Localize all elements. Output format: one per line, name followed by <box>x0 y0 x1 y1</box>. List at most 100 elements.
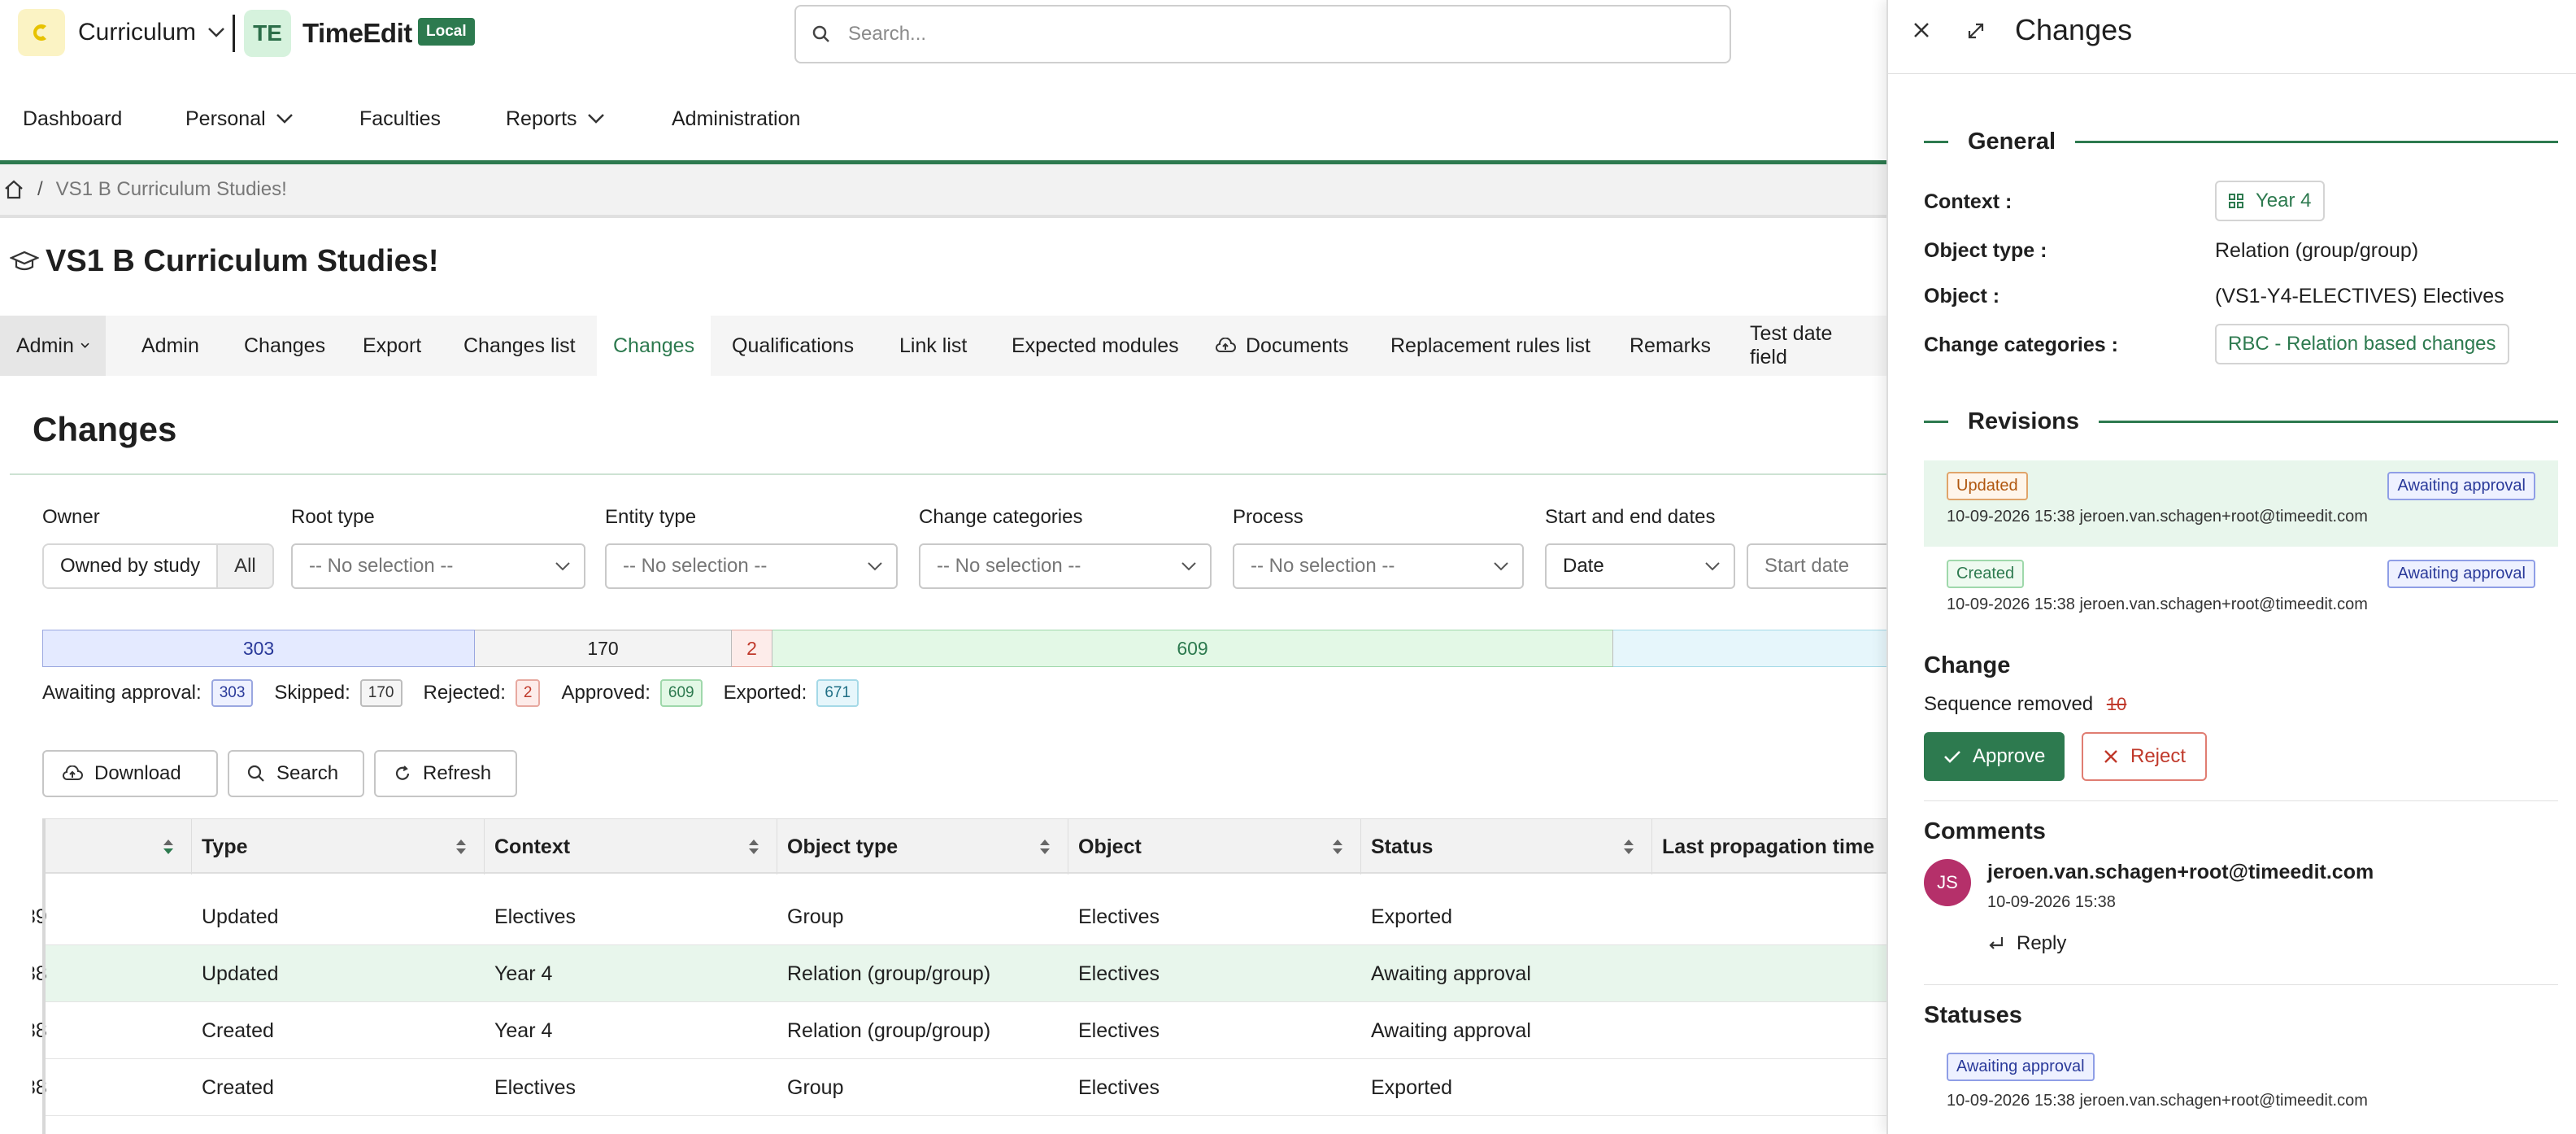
reply-label: Reply <box>2017 932 2067 954</box>
expand-icon[interactable] <box>1966 21 1986 41</box>
env-badge: Local <box>418 18 475 46</box>
chevron-down-icon <box>1181 562 1196 571</box>
date-mode-value: Date <box>1563 555 1604 577</box>
app-name: Curriculum <box>78 19 197 46</box>
top-header: Curriculum TE TimeEdit Local Search... <box>0 0 1886 67</box>
search-button[interactable]: Search <box>228 750 364 797</box>
context-chip[interactable]: Year 4 <box>2215 181 2325 221</box>
tab-qualifications[interactable]: Qualifications <box>716 316 870 376</box>
nav-dashboard[interactable]: Dashboard <box>23 107 122 131</box>
tab-documents[interactable]: Documents <box>1199 316 1364 376</box>
tab-label: Replacement rules list <box>1390 334 1590 357</box>
status-progress-bar: 303 170 2 609 <box>42 630 1886 667</box>
change-heading: Change <box>1924 652 2011 678</box>
progress-awaiting[interactable]: 303 <box>42 630 475 667</box>
reply-button[interactable]: Reply <box>1987 932 2066 955</box>
awaiting-count: 303 <box>211 679 254 707</box>
tab-changes-active[interactable]: Changes <box>597 316 711 376</box>
app-switcher[interactable]: Curriculum <box>18 7 225 59</box>
chevron-down-icon <box>1494 562 1508 571</box>
table-row[interactable]: 38 Created Electives Group Electives Exp… <box>33 1059 1886 1116</box>
approve-button[interactable]: Approve <box>1924 732 2065 781</box>
tab-label: Admin <box>16 334 74 357</box>
column-label: Context <box>494 835 571 858</box>
tab-export[interactable]: Export <box>346 316 437 376</box>
progress-approved[interactable]: 609 <box>772 630 1613 667</box>
revision-item-selected[interactable]: Updated Awaiting approval 10-09-2026 15:… <box>1924 460 2558 547</box>
tab-admin-dropdown[interactable]: Admin <box>0 316 106 376</box>
column-header-type[interactable]: Type <box>192 819 485 874</box>
breadcrumb-current[interactable]: VS1 B Curriculum Studies! <box>56 178 287 201</box>
nav-reports[interactable]: Reports <box>506 107 605 131</box>
tab-label: Documents <box>1246 334 1349 357</box>
comment-date: 10-09-2026 15:38 <box>1987 893 2116 911</box>
change-categories-select[interactable]: -- No selection -- <box>919 543 1212 589</box>
tab-replacement-rules-list[interactable]: Replacement rules list <box>1374 316 1607 376</box>
owner-owned-by-study[interactable]: Owned by study <box>44 545 219 587</box>
cloud-icon <box>1215 338 1236 352</box>
tab-remarks[interactable]: Remarks <box>1613 316 1727 376</box>
progress-skipped[interactable]: 170 <box>475 630 732 667</box>
sort-icon <box>1624 840 1634 854</box>
tab-label: Export <box>363 334 422 357</box>
nav-administration[interactable]: Administration <box>672 107 800 131</box>
progress-rejected[interactable]: 2 <box>732 630 772 667</box>
process-select[interactable]: -- No selection -- <box>1233 543 1524 589</box>
rejected-count: 2 <box>515 679 541 707</box>
close-icon[interactable] <box>1912 21 1930 39</box>
column-header-last-propagation[interactable]: Last propagation time <box>1652 819 1886 874</box>
change-category-chip[interactable]: RBC - Relation based changes <box>2215 324 2509 364</box>
column-header-object[interactable]: Object <box>1068 819 1361 874</box>
refresh-button[interactable]: Refresh <box>374 750 517 797</box>
progress-exported[interactable] <box>1613 630 1886 667</box>
cell-type: Created <box>202 1018 274 1042</box>
tab-changes[interactable]: Changes <box>228 316 342 376</box>
owner-all[interactable]: All <box>218 545 272 587</box>
column-header-id[interactable] <box>42 819 192 874</box>
cell-context: Year 4 <box>494 962 553 985</box>
column-header-context[interactable]: Context <box>485 819 777 874</box>
close-icon <box>2104 750 2117 763</box>
search-input[interactable]: Search... <box>794 5 1731 63</box>
tab-changes-list[interactable]: Changes list <box>447 316 592 376</box>
table-row[interactable]: 38 Created Year 4 Relation (group/group)… <box>33 1002 1886 1059</box>
entity-type-select[interactable]: -- No selection -- <box>605 543 898 589</box>
download-button[interactable]: Download <box>42 750 218 797</box>
header-divider <box>233 15 235 52</box>
heading-rule <box>1924 421 1948 423</box>
chevron-down-icon <box>1705 562 1720 571</box>
start-date-input[interactable]: Start date <box>1747 543 1909 589</box>
column-header-object-type[interactable]: Object type <box>777 819 1068 874</box>
sort-icon <box>163 840 173 854</box>
page-title: VS1 B Curriculum Studies! <box>10 244 439 279</box>
column-label: Status <box>1371 835 1434 858</box>
context-value: Year 4 <box>2256 190 2312 212</box>
sort-icon <box>1333 840 1342 854</box>
root-type-value: -- No selection -- <box>309 555 454 577</box>
table-row-selected[interactable]: 38 Updated Year 4 Relation (group/group)… <box>33 945 1886 1002</box>
cell-object-type: Relation (group/group) <box>787 1018 991 1042</box>
revision-status-badge: Awaiting approval <box>2387 560 2535 588</box>
reject-button[interactable]: Reject <box>2082 732 2208 781</box>
nav-personal[interactable]: Personal <box>185 107 294 131</box>
revision-item[interactable]: Created Awaiting approval 10-09-2026 15:… <box>1924 548 2558 635</box>
check-icon <box>1944 751 1960 763</box>
object-type-value: Relation (group/group) <box>2215 239 2419 262</box>
cell-object-type: Group <box>787 1075 844 1099</box>
column-header-status[interactable]: Status <box>1361 819 1652 874</box>
chevron-down-icon <box>587 114 604 124</box>
cell-status: Awaiting approval <box>1371 962 1531 985</box>
change-old-value: 10 <box>2106 694 2127 714</box>
tab-admin[interactable]: Admin <box>125 316 215 376</box>
tab-test-date-field[interactable]: Test date field <box>1734 316 1886 376</box>
home-icon[interactable] <box>3 179 24 200</box>
date-mode-select[interactable]: Date <box>1545 543 1735 589</box>
nav-faculties[interactable]: Faculties <box>359 107 441 131</box>
cell-type: Created <box>202 1075 274 1099</box>
tab-link-list[interactable]: Link list <box>883 316 983 376</box>
root-type-select[interactable]: -- No selection -- <box>291 543 585 589</box>
revisions-section-heading: Revisions <box>1924 408 2558 435</box>
revision-status-badge: Awaiting approval <box>2387 472 2535 500</box>
table-row[interactable]: 39 Updated Electives Group Electives Exp… <box>33 888 1886 945</box>
tab-expected-modules[interactable]: Expected modules <box>995 316 1195 376</box>
